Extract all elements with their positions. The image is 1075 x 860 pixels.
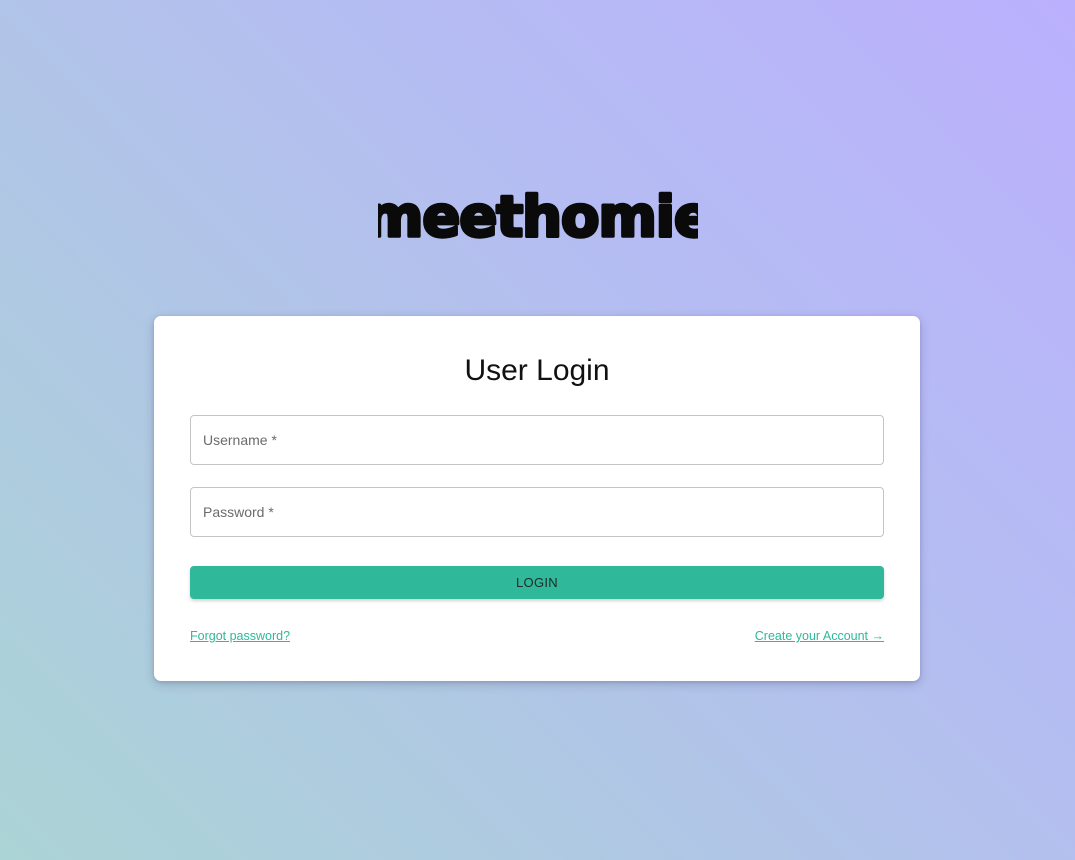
forgot-password-link[interactable]: Forgot password? <box>190 629 290 643</box>
create-account-link[interactable]: Create your Account → <box>755 629 884 643</box>
brand-logo-image: meethomie <box>378 183 698 250</box>
page-title: User Login <box>464 354 610 387</box>
username-field[interactable] <box>190 415 884 465</box>
login-card: User Login LOGIN Forgot password? Create… <box>154 316 920 681</box>
password-input[interactable] <box>191 488 883 536</box>
brand-logo: meethomie <box>0 178 1075 250</box>
password-field[interactable] <box>190 487 884 537</box>
login-button[interactable]: LOGIN <box>190 566 884 599</box>
brand-logo-text: meethomie <box>378 185 698 250</box>
username-input[interactable] <box>191 416 883 464</box>
